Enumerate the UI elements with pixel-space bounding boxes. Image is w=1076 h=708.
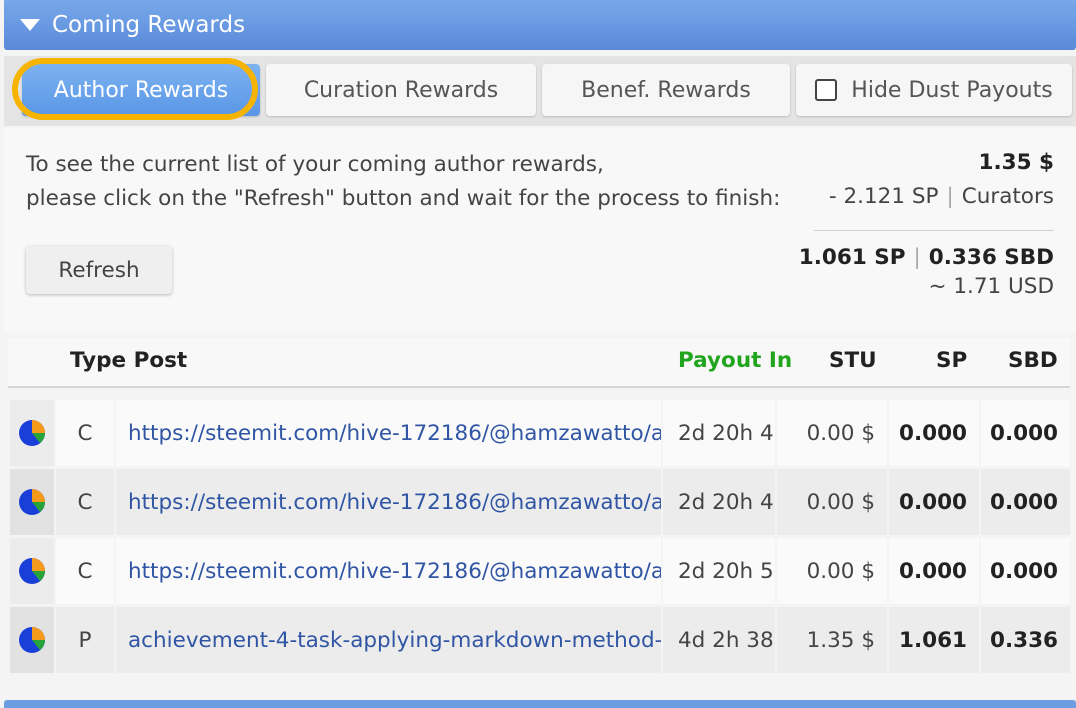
tab-curation-rewards[interactable]: Curation Rewards bbox=[266, 64, 536, 116]
tab-author-rewards-label: Author Rewards bbox=[53, 77, 229, 103]
hide-dust-label: Hide Dust Payouts bbox=[851, 77, 1053, 103]
sp-sbd-line: 1.061 SP | 0.336 SBD bbox=[799, 245, 1054, 270]
curators-line: - 2.121 SP | Curators bbox=[799, 180, 1054, 214]
pie-chart-icon[interactable] bbox=[10, 607, 54, 673]
pie-chart-icon[interactable] bbox=[10, 538, 54, 604]
tab-curation-rewards-label: Curation Rewards bbox=[303, 77, 499, 103]
section-title: Coming Rewards bbox=[52, 12, 246, 38]
caret-down-icon[interactable] bbox=[20, 19, 40, 31]
row-sbd: 0.000 bbox=[981, 538, 1070, 604]
tab-benef-rewards[interactable]: Benef. Rewards bbox=[542, 64, 790, 116]
hide-dust-checkbox[interactable] bbox=[815, 79, 838, 101]
pie-chart-icon[interactable] bbox=[10, 469, 54, 535]
row-stu: 0.00 $ bbox=[777, 469, 887, 535]
curators-value: - 2.121 SP bbox=[828, 184, 939, 209]
coming-rewards-header[interactable]: Coming Rewards bbox=[4, 0, 1076, 50]
table-row: P achievement-4-task-applying-markdown-m… bbox=[8, 607, 1070, 673]
info-panel: To see the current list of your coming a… bbox=[4, 128, 1076, 333]
row-sbd: 0.000 bbox=[981, 400, 1070, 466]
row-type: C bbox=[56, 538, 114, 604]
rewards-tab-bar: Author Rewards Curation Rewards Benef. R… bbox=[4, 56, 1076, 126]
table-row: C https://steemit.com/hive-172186/@hamza… bbox=[8, 538, 1070, 604]
row-sbd: 0.336 bbox=[981, 607, 1070, 673]
info-line-2: please click on the "Refresh" button and… bbox=[26, 186, 781, 211]
row-payout-in: 2d 20h 51m bbox=[663, 538, 775, 604]
row-sp: 0.000 bbox=[889, 469, 979, 535]
separator: | bbox=[946, 184, 954, 209]
separator: | bbox=[913, 245, 921, 270]
hide-dust-toggle[interactable]: Hide Dust Payouts bbox=[796, 64, 1072, 116]
row-sp: 0.000 bbox=[889, 538, 979, 604]
header-sbd[interactable]: SBD bbox=[1008, 348, 1058, 373]
row-payout-in: 2d 20h 48m bbox=[663, 400, 775, 466]
rewards-summary: 1.35 $ - 2.121 SP | Curators 1.061 SP | 0.33… bbox=[799, 146, 1054, 299]
row-post-link[interactable]: https://steemit.com/hive-172186/@hamzawa… bbox=[116, 469, 661, 535]
usd-total: ~ 1.71 USD bbox=[928, 274, 1055, 299]
row-type: P bbox=[56, 607, 114, 673]
pie-chart-icon[interactable] bbox=[10, 400, 54, 466]
header-stu[interactable]: STU bbox=[829, 348, 877, 373]
sp-total: 1.061 SP bbox=[798, 245, 906, 270]
row-payout-in: 4d 2h 38m bbox=[663, 607, 775, 673]
row-sbd: 0.000 bbox=[981, 469, 1070, 535]
header-payout-in[interactable]: Payout In bbox=[678, 348, 792, 373]
row-post-link[interactable]: https://steemit.com/hive-172186/@hamzawa… bbox=[116, 538, 661, 604]
header-type-post: Type Post bbox=[70, 348, 188, 373]
table-header: Type Post Payout In STU SP SBD bbox=[8, 338, 1070, 388]
curators-label: Curators bbox=[961, 184, 1054, 209]
row-sp: 1.061 bbox=[889, 607, 979, 673]
row-stu: 1.35 $ bbox=[777, 607, 887, 673]
row-payout-in: 2d 20h 49m bbox=[663, 469, 775, 535]
tab-benef-rewards-label: Benef. Rewards bbox=[581, 77, 751, 103]
row-sp: 0.000 bbox=[889, 400, 979, 466]
refresh-button[interactable]: Refresh bbox=[26, 246, 172, 294]
row-type: C bbox=[56, 400, 114, 466]
row-post-link[interactable]: achievement-4-task-applying-markdown-met… bbox=[116, 607, 661, 673]
summary-divider bbox=[814, 230, 1054, 231]
rewards-table: Type Post Payout In STU SP SBD C https:/… bbox=[8, 338, 1070, 673]
total-value: 1.35 $ bbox=[978, 150, 1055, 175]
tab-author-rewards[interactable]: Author Rewards bbox=[22, 64, 260, 116]
next-section-header[interactable] bbox=[4, 700, 1076, 708]
row-stu: 0.00 $ bbox=[777, 400, 887, 466]
sbd-total: 0.336 SBD bbox=[928, 245, 1054, 270]
table-row: C https://steemit.com/hive-172186/@hamza… bbox=[8, 400, 1070, 466]
info-text: To see the current list of your coming a… bbox=[26, 148, 780, 216]
info-line-1: To see the current list of your coming a… bbox=[26, 152, 604, 177]
header-sp[interactable]: SP bbox=[936, 348, 967, 373]
row-stu: 0.00 $ bbox=[777, 538, 887, 604]
row-type: C bbox=[56, 469, 114, 535]
refresh-button-label: Refresh bbox=[58, 257, 140, 283]
table-body: C https://steemit.com/hive-172186/@hamza… bbox=[8, 400, 1070, 676]
table-row: C https://steemit.com/hive-172186/@hamza… bbox=[8, 469, 1070, 535]
row-post-link[interactable]: https://steemit.com/hive-172186/@hamzawa… bbox=[116, 400, 661, 466]
